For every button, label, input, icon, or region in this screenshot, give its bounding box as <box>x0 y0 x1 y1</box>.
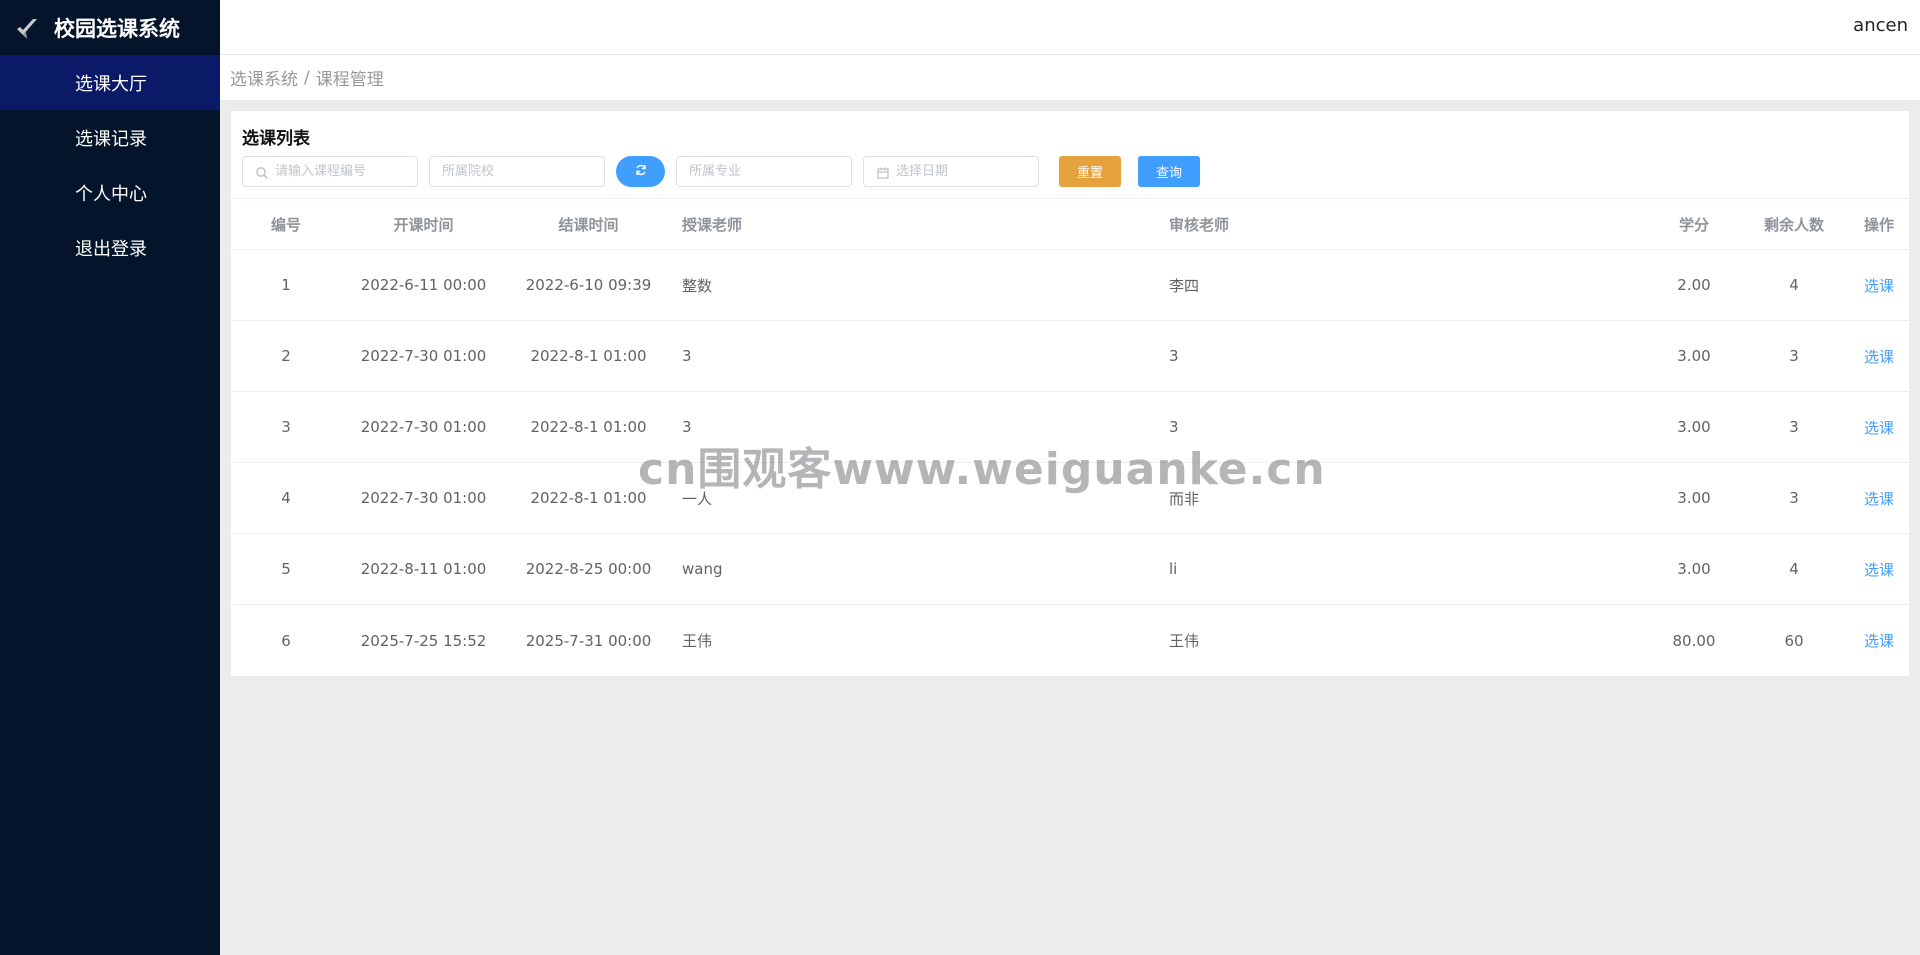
sidebar-item-label: 选课大厅 <box>75 73 147 95</box>
table-header: 编号 开课时间 结课时间 授课老师 审核老师 学分 剩余人数 操作 <box>231 198 1909 250</box>
sidebar-item-label: 个人中心 <box>75 183 147 205</box>
cell-operation: 选课 <box>1849 250 1909 320</box>
cell-id: 2 <box>281 347 291 365</box>
table-row: 1 2022-6-11 00:00 2022-6-10 09:39 整数 李四 … <box>231 250 1909 321</box>
cell-auditor: 李四 <box>1169 276 1200 295</box>
header-auditor: 审核老师 <box>1169 215 1230 234</box>
sidebar: 校园选课系统 选课大厅 选课记录 个人中心 退出登录 <box>0 0 220 955</box>
cell-teacher: 王伟 <box>682 632 713 650</box>
cell-operation: 选课 <box>1849 605 1909 676</box>
sidebar-item-course-records[interactable]: 选课记录 <box>0 110 220 165</box>
college-input[interactable] <box>442 164 604 179</box>
cell-start-time: 2022-7-30 01:00 <box>360 418 487 436</box>
breadcrumb: 选课系统 / 课程管理 <box>220 55 1920 100</box>
calendar-icon <box>876 165 890 179</box>
course-code-field[interactable] <box>242 156 418 187</box>
table-row: 5 2022-8-11 01:00 2022-8-25 00:00 wang l… <box>231 534 1909 605</box>
cell-remaining: 4 <box>1789 560 1799 578</box>
header-credit: 学分 <box>1678 215 1709 234</box>
cell-id: 4 <box>281 489 291 507</box>
cell-auditor: 王伟 <box>1169 632 1200 650</box>
watermark: cn围观客www.weiguanke.cn <box>638 444 1326 495</box>
college-field[interactable] <box>429 156 605 187</box>
topbar: ancen <box>220 0 1920 55</box>
cell-operation: 选课 <box>1849 534 1909 604</box>
cell-remaining: 60 <box>1784 631 1804 650</box>
cell-end-time: 2022-6-10 09:39 <box>525 276 652 294</box>
cell-credit: 3.00 <box>1677 489 1711 507</box>
cell-start-time: 2022-7-30 01:00 <box>360 347 487 365</box>
cell-teacher: wang <box>682 560 723 578</box>
select-course-link[interactable]: 选课 <box>1864 559 1894 580</box>
table-row: 2 2022-7-30 01:00 2022-8-1 01:00 3 3 3.0… <box>231 321 1909 392</box>
course-code-input[interactable] <box>275 164 417 179</box>
cell-end-time: 2025-7-31 00:00 <box>525 631 652 650</box>
select-course-link[interactable]: 选课 <box>1864 346 1894 367</box>
card-title: 选课列表 <box>242 129 310 149</box>
select-course-link[interactable]: 选课 <box>1864 630 1894 651</box>
cell-id: 1 <box>281 276 291 294</box>
cell-teacher: 3 <box>682 347 692 365</box>
cell-start-time: 2022-7-30 01:00 <box>360 489 487 507</box>
cell-credit: 80.00 <box>1672 631 1716 650</box>
refresh-icon <box>634 162 648 181</box>
cell-start-time: 2025-7-25 15:52 <box>360 631 487 650</box>
date-field[interactable] <box>863 156 1039 187</box>
query-button[interactable]: 查询 <box>1138 156 1200 187</box>
user-name[interactable]: ancen <box>1853 15 1908 36</box>
cell-id: 5 <box>281 560 291 578</box>
select-course-link[interactable]: 选课 <box>1864 417 1894 438</box>
app-root: 校园选课系统 选课大厅 选课记录 个人中心 退出登录 ancen 选课系统 / … <box>0 0 1920 955</box>
cell-start-time: 2022-6-11 00:00 <box>360 276 487 294</box>
filter-bar: 重置 查询 <box>242 156 1242 187</box>
cell-remaining: 3 <box>1789 347 1799 365</box>
refresh-button[interactable] <box>616 156 665 187</box>
breadcrumb-root[interactable]: 选课系统 <box>230 65 298 90</box>
reset-button[interactable]: 重置 <box>1059 156 1121 187</box>
select-course-link[interactable]: 选课 <box>1864 275 1894 296</box>
cell-credit: 3.00 <box>1677 560 1711 578</box>
cell-credit: 3.00 <box>1677 347 1711 365</box>
course-list-card: 选课列表 请输入课程编号 所属院校 所属专业 选择日期 重置 查询 编号 开课时… <box>231 111 1909 676</box>
sidebar-item-personal-center[interactable]: 个人中心 <box>0 165 220 220</box>
cell-operation: 选课 <box>1849 463 1909 533</box>
cell-remaining: 3 <box>1789 418 1799 436</box>
breadcrumb-separator: / <box>304 67 310 88</box>
cell-credit: 3.00 <box>1677 418 1711 436</box>
cell-operation: 选课 <box>1849 321 1909 391</box>
table-row: 6 2025-7-25 15:52 2025-7-31 00:00 王伟 王伟 … <box>231 605 1909 676</box>
date-input[interactable] <box>896 164 1038 179</box>
cell-remaining: 4 <box>1789 276 1799 294</box>
sidebar-item-course-hall[interactable]: 选课大厅 <box>0 55 220 110</box>
sidebar-item-label: 选课记录 <box>75 128 147 150</box>
cell-credit: 2.00 <box>1677 276 1711 294</box>
breadcrumb-current: 课程管理 <box>315 70 384 90</box>
check-icon <box>14 15 40 41</box>
cell-teacher: 整数 <box>682 276 713 295</box>
sidebar-item-logout[interactable]: 退出登录 <box>0 220 220 275</box>
header-end-time: 结课时间 <box>558 215 619 234</box>
brand-title: 校园选课系统 <box>54 16 180 41</box>
cell-remaining: 3 <box>1789 489 1799 507</box>
header-operation: 操作 <box>1863 215 1894 234</box>
header-id: 编号 <box>270 215 301 234</box>
major-input[interactable] <box>689 164 851 179</box>
search-icon <box>255 165 269 179</box>
cell-id: 6 <box>281 631 291 650</box>
header-teacher: 授课老师 <box>682 215 743 234</box>
cell-operation: 选课 <box>1849 392 1909 462</box>
select-course-link[interactable]: 选课 <box>1864 488 1894 509</box>
major-field[interactable] <box>676 156 852 187</box>
cell-auditor: 3 <box>1169 347 1179 365</box>
cell-end-time: 2022-8-1 01:00 <box>530 347 647 365</box>
cell-start-time: 2022-8-11 01:00 <box>360 560 487 578</box>
cell-end-time: 2022-8-25 00:00 <box>525 560 652 578</box>
brand: 校园选课系统 <box>0 0 220 55</box>
header-start-time: 开课时间 <box>393 215 454 234</box>
cell-auditor: li <box>1169 560 1178 578</box>
header-remaining: 剩余人数 <box>1763 215 1824 234</box>
cell-id: 3 <box>281 418 291 436</box>
sidebar-item-label: 退出登录 <box>75 238 147 260</box>
